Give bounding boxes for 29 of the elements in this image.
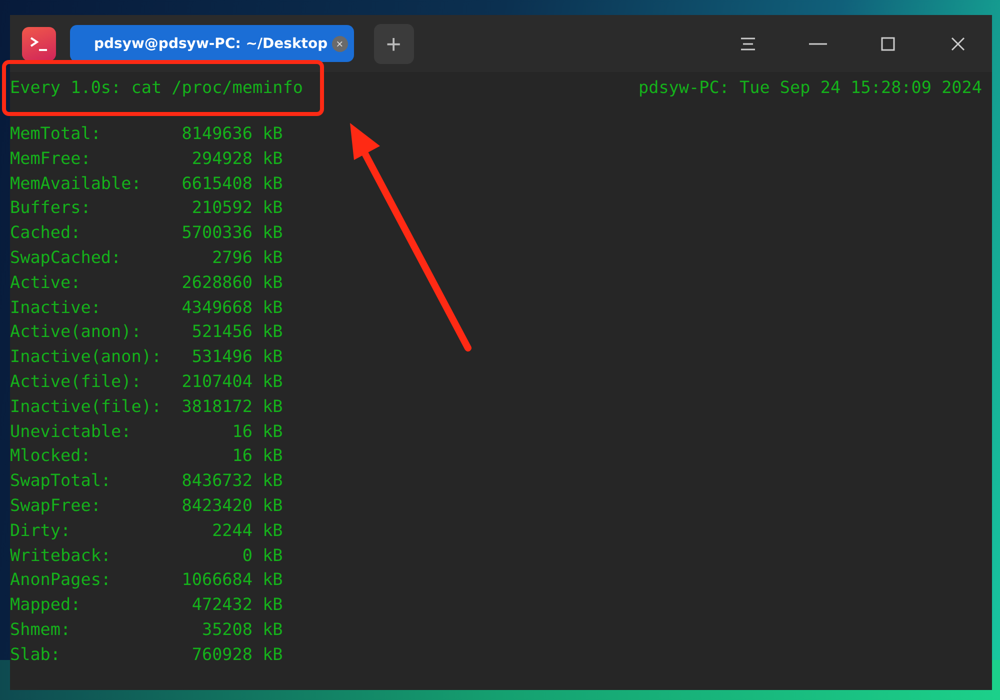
tab-title: pdsyw@pdsyw-PC: ~/Desktop bbox=[94, 36, 328, 52]
meminfo-line: Writeback: 0 kB bbox=[10, 544, 283, 567]
watch-command: Every 1.0s: cat /proc/meminfo bbox=[10, 76, 303, 98]
tab-close-button[interactable]: × bbox=[332, 36, 348, 52]
meminfo-line: Slab: 760928 kB bbox=[10, 642, 283, 666]
meminfo-line: Buffers: 210592 kB bbox=[10, 196, 283, 220]
meminfo-line: Shmem: 35208 kB bbox=[10, 618, 283, 641]
host-timestamp: pdsyw-PC: Tue Sep 24 15:28:09 2024 bbox=[638, 76, 982, 98]
meminfo-line: Inactive(anon): 531496 kB bbox=[10, 345, 283, 368]
meminfo-line: MemTotal: 8149636 kB bbox=[10, 122, 283, 145]
meminfo-line: Dirty: 2244 kB bbox=[10, 518, 283, 542]
meminfo-line: AnonPages: 1066684 kB bbox=[10, 568, 283, 592]
meminfo-line: Cached: 5700336 kB bbox=[10, 221, 283, 244]
meminfo-line: Inactive(file): 3818172 kB bbox=[10, 394, 283, 418]
meminfo-line: SwapTotal: 8436732 kB bbox=[10, 469, 283, 492]
meminfo-line: SwapFree: 8423420 kB bbox=[10, 494, 283, 517]
meminfo-line: Mlocked: 16 kB bbox=[10, 444, 283, 468]
meminfo-line: Mapped: 472432 kB bbox=[10, 593, 283, 616]
meminfo-line: Active: 2628860 kB bbox=[10, 270, 283, 294]
meminfo-line: SwapCached: 2796 kB bbox=[10, 246, 283, 269]
meminfo-line: Active(anon): 521456 kB bbox=[10, 320, 283, 344]
meminfo-line: Active(file): 2107404 kB bbox=[10, 370, 283, 393]
meminfo-line: MemAvailable: 6615408 kB bbox=[10, 172, 283, 195]
new-tab-button[interactable]: + bbox=[374, 24, 414, 64]
meminfo-line: Inactive: 4349668 kB bbox=[10, 296, 283, 319]
meminfo-line: MemFree: 294928 kB bbox=[10, 146, 283, 170]
terminal-app-icon[interactable] bbox=[22, 26, 56, 60]
meminfo-line: Unevictable: 16 kB bbox=[10, 420, 283, 443]
terminal-tab[interactable]: pdsyw@pdsyw-PC: ~/Desktop × bbox=[70, 25, 354, 62]
